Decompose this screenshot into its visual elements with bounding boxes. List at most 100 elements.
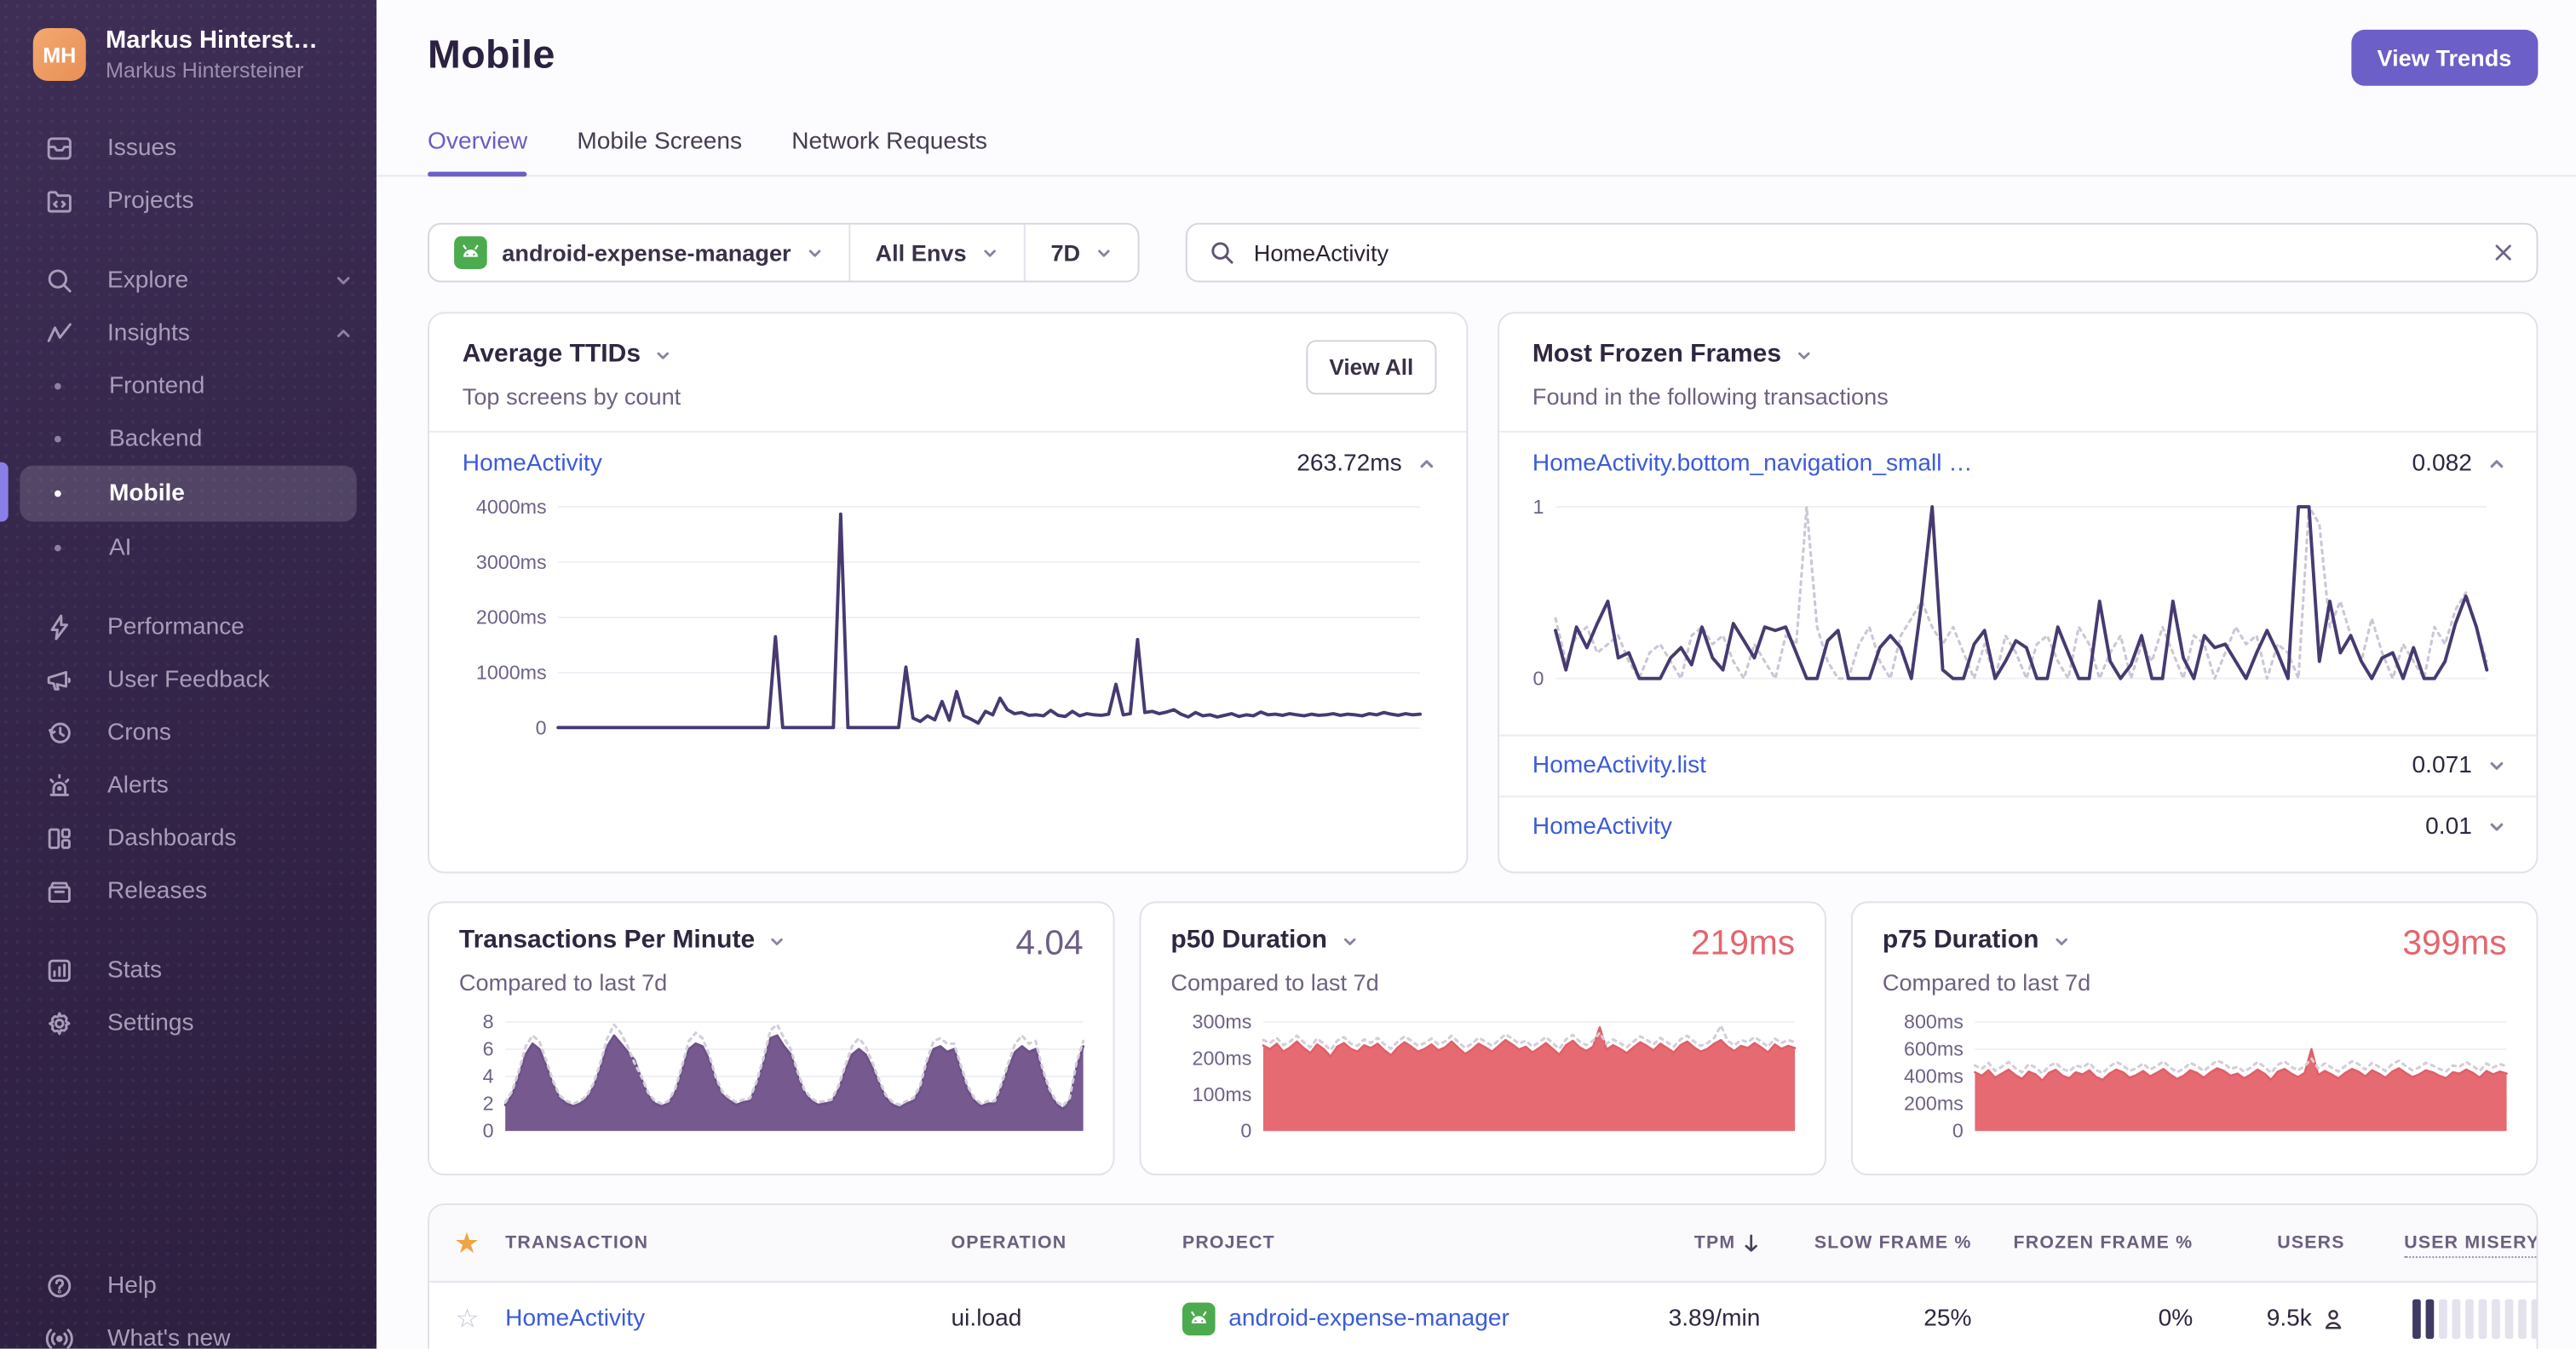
sidebar-item-performance[interactable]: Performance	[0, 601, 377, 654]
active-nav-indicator	[0, 462, 9, 522]
bullet-icon	[54, 382, 61, 390]
user-menu[interactable]: MH Markus Hinterst… Markus Hintersteiner	[0, 0, 377, 83]
frozen-row: HomeActivity.list 0.071	[1499, 734, 2537, 796]
environment-value: All Envs	[875, 239, 967, 267]
svg-text:2000ms: 2000ms	[476, 606, 547, 629]
sidebar-item-issues[interactable]: Issues	[0, 122, 377, 175]
svg-text:100ms: 100ms	[1193, 1083, 1252, 1105]
col-slow-frame[interactable]: SLOW FRAME %	[1760, 1233, 1971, 1253]
p75-value: 399ms	[2402, 924, 2507, 963]
clear-search-icon[interactable]	[2492, 241, 2515, 264]
transaction-link[interactable]: HomeActivity.bottom_navigation_small …	[1532, 451, 1973, 477]
chevron-down-icon[interactable]	[2052, 932, 2070, 950]
misery-bar	[2465, 1299, 2474, 1340]
svg-text:0: 0	[1533, 667, 1544, 689]
svg-text:1: 1	[1533, 496, 1544, 518]
svg-text:0: 0	[1952, 1120, 1964, 1142]
sidebar-item-ai[interactable]: AI	[20, 522, 356, 575]
col-frozen-frame[interactable]: FROZEN FRAME %	[1972, 1233, 2194, 1253]
project-link[interactable]: android-expense-manager	[1228, 1306, 1509, 1332]
sidebar-item-crons[interactable]: Crons	[0, 707, 377, 760]
col-transaction[interactable]: TRANSACTION	[505, 1233, 951, 1253]
star-toggle-icon[interactable]: ☆	[429, 1302, 505, 1335]
star-icon[interactable]: ★	[429, 1228, 505, 1258]
sidebar-item-stats[interactable]: Stats	[0, 944, 377, 997]
lightning-icon	[50, 614, 68, 640]
card-subtitle: Compared to last 7d	[458, 968, 668, 996]
col-operation[interactable]: OPERATION	[952, 1233, 1182, 1253]
p50-chart: 300ms 200ms 100ms 0	[1193, 1011, 1797, 1142]
sidebar-item-user-feedback[interactable]: User Feedback	[0, 654, 377, 707]
sidebar-item-mobile[interactable]: Mobile	[20, 465, 357, 522]
projects-icon	[47, 191, 72, 213]
misery-bar	[2518, 1299, 2527, 1340]
sidebar-item-label: Explore	[106, 267, 189, 295]
sidebar-item-frontend[interactable]: Frontend	[20, 360, 356, 413]
collapse-chevron-icon[interactable]	[2487, 454, 2506, 474]
sidebar-item-label: Mobile	[108, 480, 185, 508]
sidebar-item-insights[interactable]: Insights	[0, 307, 377, 360]
misery-bar	[2504, 1299, 2514, 1340]
view-all-button[interactable]: View All	[1306, 340, 1437, 395]
chevron-down-icon[interactable]	[1795, 346, 1813, 364]
search-input[interactable]	[1250, 238, 2477, 268]
view-trends-button[interactable]: View Trends	[2350, 29, 2539, 86]
tab-network-requests[interactable]: Network Requests	[791, 129, 987, 175]
svg-text:1000ms: 1000ms	[476, 662, 547, 684]
transaction-link[interactable]: HomeActivity	[1532, 814, 1672, 841]
misery-bar	[2412, 1299, 2421, 1340]
misery-bar	[2492, 1299, 2500, 1340]
chevron-down-icon[interactable]	[654, 346, 672, 364]
project-selector[interactable]: android-expense-manager	[429, 225, 848, 281]
misery-bar	[2425, 1299, 2435, 1340]
sidebar-item-releases[interactable]: Releases	[0, 865, 377, 918]
col-tpm[interactable]: TPM	[1628, 1233, 1760, 1253]
p50-value: 219ms	[1690, 924, 1796, 963]
bullet-icon	[54, 490, 61, 497]
misery-bar	[2531, 1299, 2537, 1340]
sidebar-item-dashboards[interactable]: Dashboards	[0, 812, 377, 865]
sidebar-item-backend[interactable]: Backend	[20, 413, 356, 466]
bullet-icon	[54, 435, 61, 443]
card-title: Transactions Per Minute	[458, 926, 756, 955]
svg-text:2: 2	[483, 1093, 494, 1115]
svg-text:0: 0	[1240, 1120, 1251, 1142]
sidebar-item-label: Settings	[106, 1010, 194, 1037]
card-subtitle: Found in the following transactions	[1532, 382, 1889, 410]
collapse-chevron-icon[interactable]	[1417, 454, 1436, 474]
sidebar-item-alerts[interactable]: Alerts	[0, 760, 377, 812]
chevron-down-icon[interactable]	[768, 932, 786, 950]
date-range-selector[interactable]: 7D	[1024, 224, 1138, 281]
sidebar-item-label: Releases	[106, 878, 208, 905]
expand-chevron-icon[interactable]	[2487, 818, 2506, 837]
col-user-misery[interactable]: USER MISERY	[2345, 1233, 2537, 1259]
col-users[interactable]: USERS	[2193, 1233, 2344, 1253]
sidebar-item-label: Projects	[106, 187, 194, 215]
sidebar-item-whats-new[interactable]: What's new	[0, 1312, 377, 1349]
svg-text:4000ms: 4000ms	[476, 496, 547, 518]
environment-selector[interactable]: All Envs	[848, 224, 1024, 281]
frozen-row: HomeActivity 0.01	[1499, 795, 2537, 857]
transaction-link[interactable]: HomeActivity.list	[1532, 753, 1706, 779]
transaction-link[interactable]: HomeActivity	[505, 1306, 645, 1332]
sidebar-item-label: Frontend	[108, 373, 205, 400]
sidebar-item-explore[interactable]: Explore	[0, 255, 377, 307]
chevron-down-icon	[984, 249, 997, 256]
sidebar-item-settings[interactable]: Settings	[0, 997, 377, 1050]
date-range-value: 7D	[1050, 239, 1081, 267]
sidebar-item-label: Dashboards	[106, 825, 237, 852]
tab-overview[interactable]: Overview	[428, 129, 529, 177]
sidebar-item-projects[interactable]: Projects	[0, 175, 377, 227]
chevron-down-icon	[808, 249, 821, 256]
col-project[interactable]: PROJECT	[1182, 1233, 1628, 1253]
sort-desc-icon	[1745, 1234, 1757, 1252]
tab-mobile-screens[interactable]: Mobile Screens	[577, 129, 742, 175]
insights-icon	[47, 323, 72, 342]
transaction-link[interactable]: HomeActivity	[463, 451, 602, 477]
card-subtitle: Compared to last 7d	[1170, 968, 1379, 996]
sidebar-item-help[interactable]: Help	[0, 1260, 377, 1312]
expand-chevron-icon[interactable]	[2487, 756, 2506, 776]
chevron-down-icon[interactable]	[1341, 932, 1359, 950]
frozen-frame-cell: 0%	[2158, 1306, 2194, 1333]
svg-text:200ms: 200ms	[1193, 1047, 1252, 1069]
